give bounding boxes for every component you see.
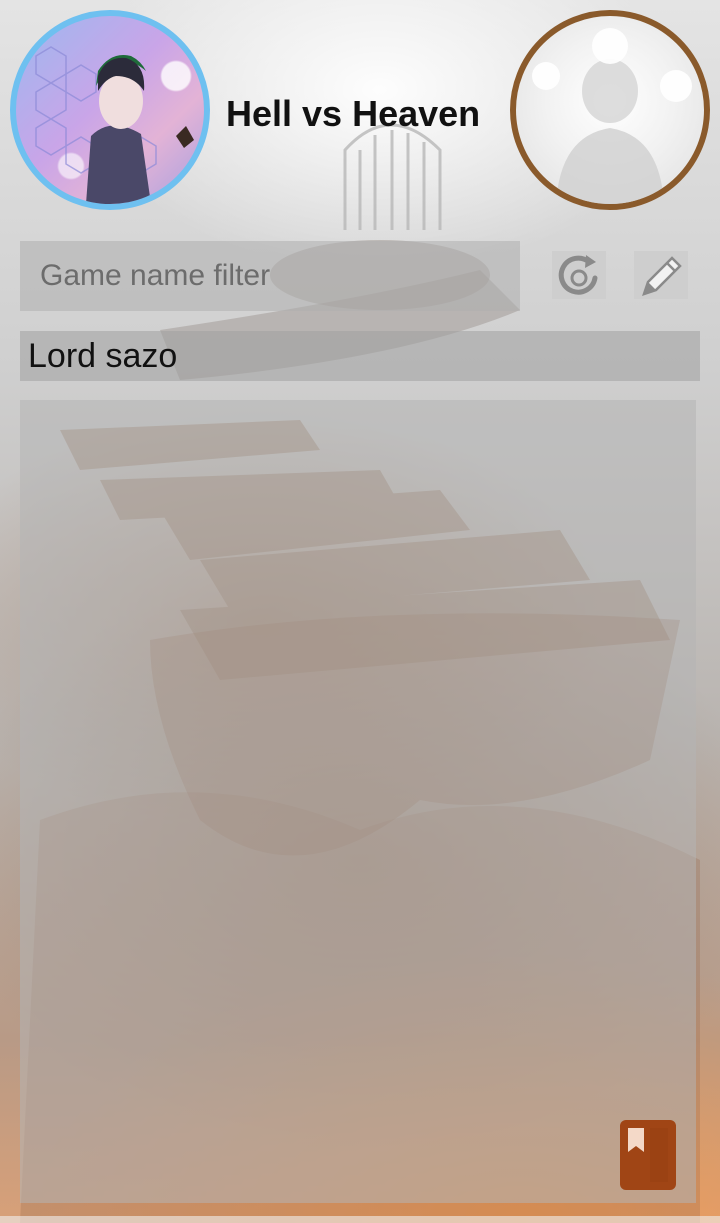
- bookmark-icon: [628, 1128, 668, 1182]
- refresh-button[interactable]: [552, 251, 606, 299]
- game-name-filter-input[interactable]: [20, 241, 520, 311]
- player-list-item[interactable]: Lord sazo: [20, 331, 700, 381]
- refresh-icon: [558, 255, 598, 295]
- player-name: Lord sazo: [28, 337, 178, 375]
- pencil-icon: [642, 256, 682, 296]
- opponent-avatar[interactable]: [510, 10, 710, 210]
- bottom-divider: [0, 1216, 720, 1223]
- edit-button[interactable]: [634, 251, 688, 299]
- player-avatar[interactable]: [10, 10, 210, 210]
- page-title: Hell vs Heaven: [226, 93, 481, 134]
- game-list-panel[interactable]: [20, 400, 696, 1203]
- angel-avatar-image: [532, 28, 692, 204]
- player-avatar-image: [35, 46, 194, 204]
- bookmark-button[interactable]: [620, 1120, 676, 1190]
